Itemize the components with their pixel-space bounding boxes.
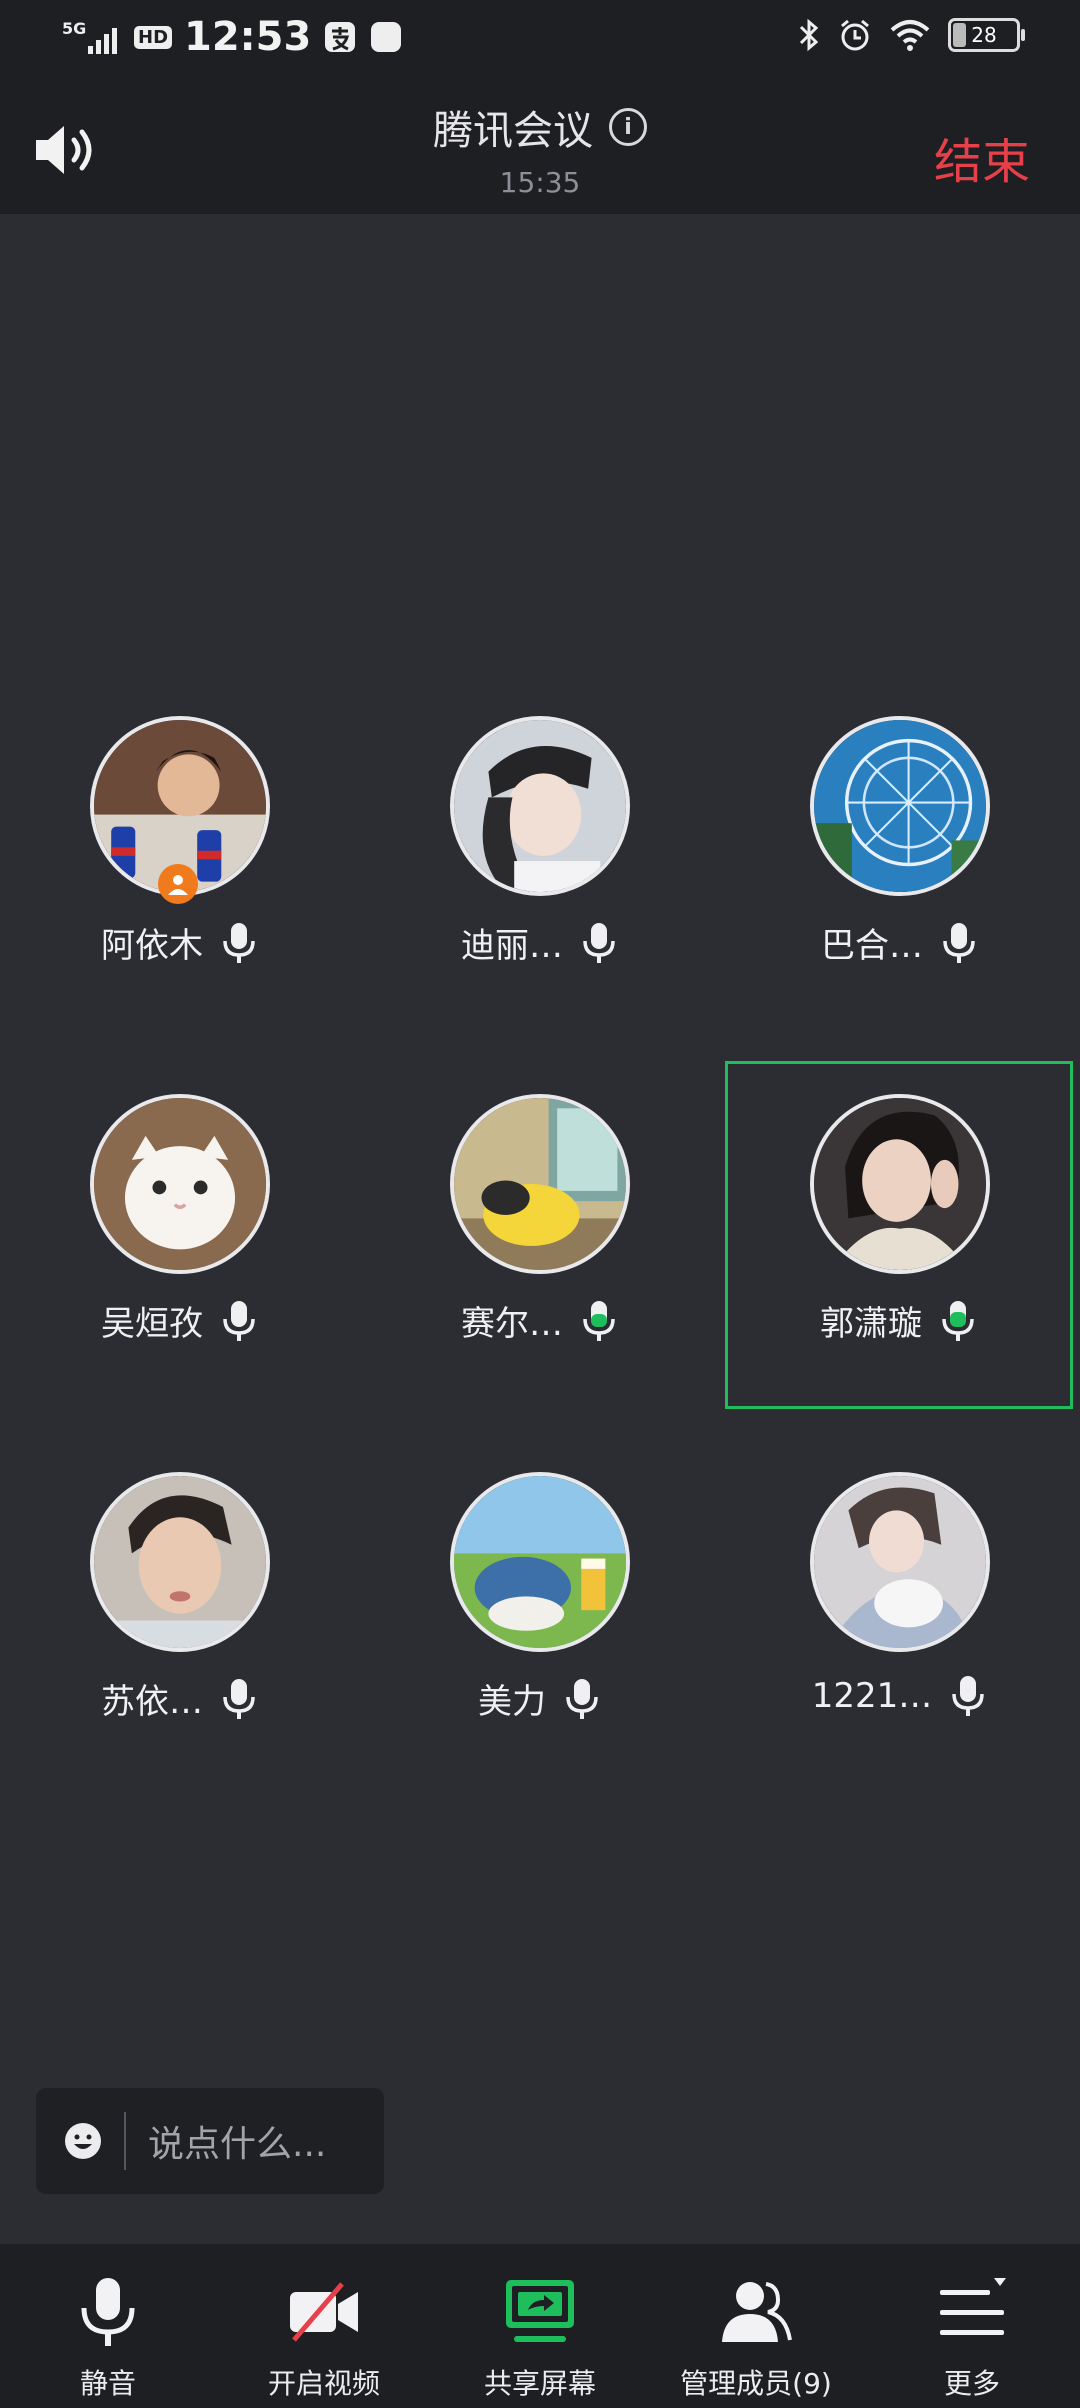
mic-icon bbox=[583, 1300, 615, 1341]
participant-tile[interactable]: 美力 bbox=[360, 1456, 720, 1816]
meeting-title-text: 腾讯会议 bbox=[433, 108, 593, 154]
participant-name-row: 1221… bbox=[720, 1674, 1080, 1718]
battery-level: 28 bbox=[971, 23, 997, 47]
participant-tile[interactable]: 巴合… bbox=[720, 700, 1080, 1060]
more-button[interactable]: 更多 bbox=[864, 2274, 1080, 2402]
participant-name-row: 巴合… bbox=[720, 918, 1080, 967]
chat-divider bbox=[124, 2112, 126, 2170]
battery-indicator: 28 bbox=[948, 18, 1025, 52]
chat-placeholder: 说点什么... bbox=[148, 2124, 327, 2165]
more-label: 更多 bbox=[943, 2367, 1000, 2400]
status-bar: 5G HD 12:53 28 bbox=[0, 0, 1080, 84]
participant-name-row: 迪丽… bbox=[360, 918, 720, 967]
participant-name: 苏依… bbox=[101, 1682, 203, 1722]
avatar bbox=[810, 1094, 990, 1274]
participant-name-row: 赛尔… bbox=[360, 1296, 720, 1345]
participant-name-row: 苏依… bbox=[0, 1674, 360, 1723]
meeting-title-area: 腾讯会议 i 15:35 bbox=[0, 98, 1080, 199]
mute-label: 静音 bbox=[79, 2367, 136, 2400]
meeting-timer: 15:35 bbox=[499, 166, 581, 199]
participant-name: 巴合… bbox=[821, 926, 923, 966]
start-video-label: 开启视频 bbox=[267, 2367, 380, 2400]
mute-button[interactable]: 静音 bbox=[0, 2274, 216, 2402]
participant-name: 郭潇璇 bbox=[820, 1304, 922, 1344]
participant-name: 吴烜孜 bbox=[101, 1304, 203, 1344]
participant-name: 美力 bbox=[478, 1682, 546, 1722]
emoji-icon[interactable] bbox=[64, 2122, 102, 2160]
avatar bbox=[90, 1472, 270, 1652]
end-meeting-button[interactable]: 结束 bbox=[934, 122, 1030, 192]
start-video-button[interactable]: 开启视频 bbox=[216, 2274, 432, 2402]
participant-name: 迪丽… bbox=[461, 926, 563, 966]
participant-tile[interactable]: 苏依… bbox=[0, 1456, 360, 1816]
mic-icon bbox=[583, 922, 615, 963]
status-right: 28 bbox=[798, 18, 1025, 52]
members-icon bbox=[722, 2282, 792, 2342]
avatar bbox=[450, 1472, 630, 1652]
info-icon[interactable]: i bbox=[609, 108, 647, 146]
participant-name: 阿依木 bbox=[101, 926, 203, 966]
mic-icon bbox=[223, 1678, 255, 1719]
network-label: 5G bbox=[62, 19, 86, 38]
participant-name-row: 吴烜孜 bbox=[0, 1296, 360, 1345]
mic-icon bbox=[223, 922, 255, 963]
wifi-icon bbox=[890, 20, 930, 51]
meeting-title[interactable]: 腾讯会议 i bbox=[433, 98, 647, 156]
share-screen-icon bbox=[506, 2280, 574, 2342]
avatar bbox=[450, 1094, 630, 1274]
menu-icon bbox=[940, 2278, 1006, 2335]
participant-tile[interactable]: 迪丽… bbox=[360, 700, 720, 1060]
manage-members-label: 管理成员(9) bbox=[680, 2367, 832, 2400]
mic-icon bbox=[942, 1300, 974, 1341]
app-notification-icon bbox=[371, 22, 402, 52]
mic-icon bbox=[566, 1678, 598, 1719]
mic-icon bbox=[943, 922, 975, 963]
alarm-icon bbox=[841, 19, 869, 51]
meeting-header: 腾讯会议 i 15:35 结束 bbox=[0, 84, 1080, 214]
avatar bbox=[450, 716, 630, 896]
bottom-toolbar: 静音 开启视频 共享屏幕 管理成员(9) 更多 bbox=[0, 2244, 1080, 2408]
share-screen-button[interactable]: 共享屏幕 bbox=[432, 2274, 648, 2402]
avatar bbox=[810, 1472, 990, 1652]
participant-tile-active-speaker[interactable]: 郭潇璇 bbox=[722, 1058, 1076, 1412]
share-screen-label: 共享屏幕 bbox=[483, 2367, 596, 2400]
manage-members-button[interactable]: 管理成员(9) bbox=[648, 2274, 864, 2402]
status-left: 5G HD 12:53 bbox=[62, 14, 403, 60]
participant-tile[interactable]: 吴烜孜 bbox=[0, 1078, 360, 1438]
signal-icon: 5G bbox=[62, 19, 117, 54]
mic-icon bbox=[81, 2278, 135, 2346]
participant-tile[interactable]: 赛尔… bbox=[360, 1078, 720, 1438]
status-time: 12:53 bbox=[184, 14, 312, 60]
participant-tile[interactable]: 1221… bbox=[720, 1456, 1080, 1816]
participant-name-row: 郭潇璇 bbox=[722, 1296, 1076, 1345]
participant-name-row: 美力 bbox=[360, 1674, 720, 1723]
participant-name: 赛尔… bbox=[461, 1304, 563, 1344]
participant-name: 1221… bbox=[811, 1676, 933, 1716]
mic-icon bbox=[952, 1676, 985, 1716]
avatar bbox=[810, 716, 990, 896]
bluetooth-icon bbox=[799, 18, 819, 52]
host-icon bbox=[158, 864, 198, 904]
hd-badge: HD bbox=[134, 25, 173, 49]
avatar bbox=[90, 1094, 270, 1274]
video-off-icon bbox=[290, 2282, 358, 2342]
participant-name-row: 阿依木 bbox=[0, 918, 360, 967]
pay-app-icon bbox=[325, 22, 356, 52]
chat-input[interactable]: 说点什么... bbox=[36, 2088, 384, 2194]
participant-tile[interactable]: 阿依木 bbox=[0, 700, 360, 1060]
mic-icon bbox=[223, 1300, 255, 1341]
